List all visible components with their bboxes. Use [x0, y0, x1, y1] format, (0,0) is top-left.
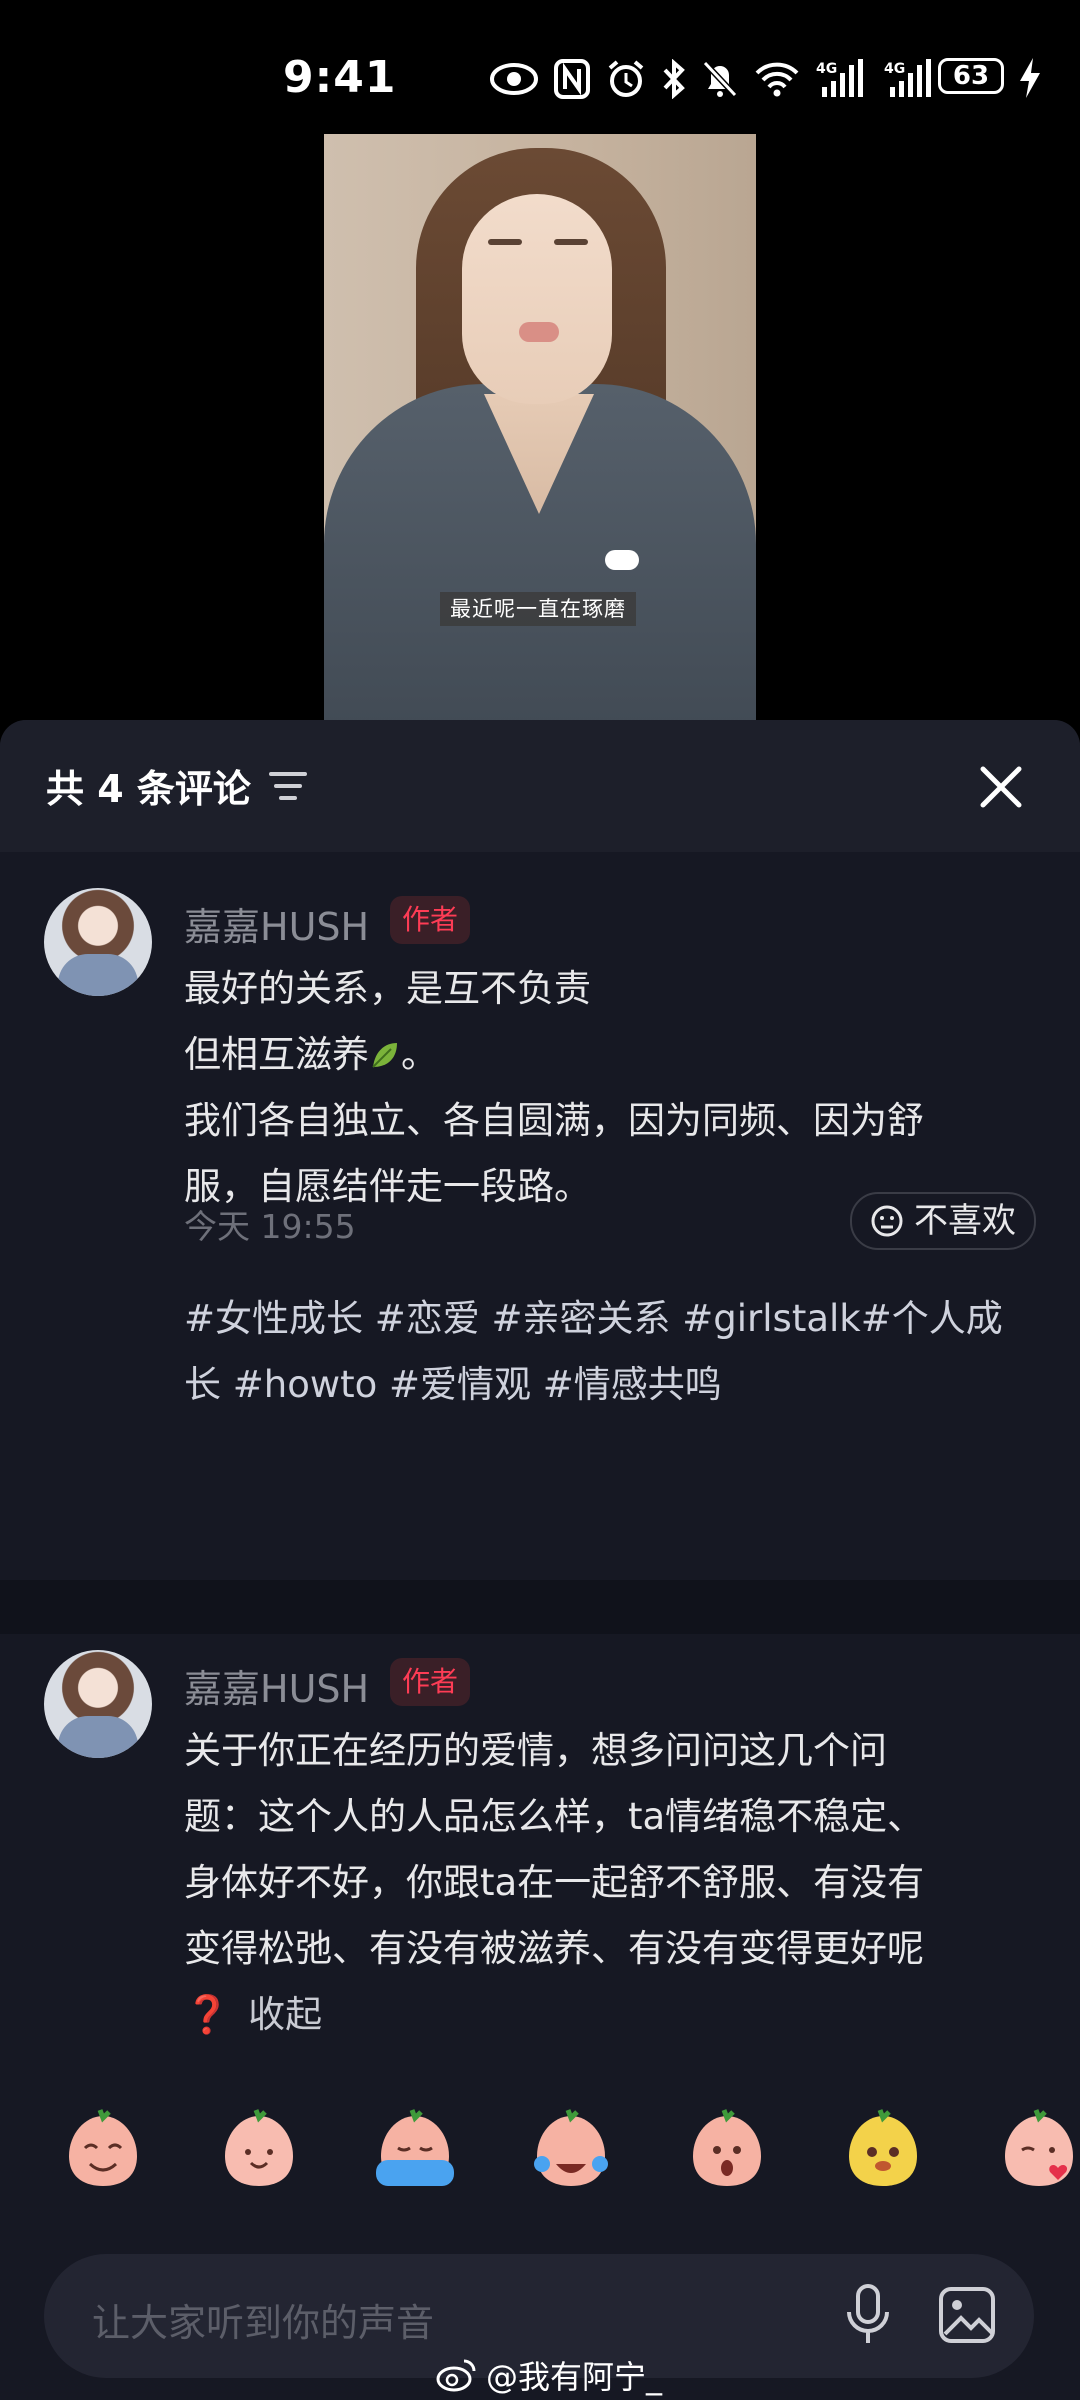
- mute-bell-icon: [702, 60, 738, 98]
- charging-icon: [1020, 58, 1040, 98]
- filter-icon[interactable]: [268, 768, 308, 804]
- divider: [0, 1580, 1080, 1634]
- svg-text:4G: 4G: [816, 61, 837, 77]
- weibo-logo-icon: [436, 2359, 476, 2392]
- eye-icon: [490, 63, 538, 95]
- video-face: [462, 194, 612, 404]
- video-player[interactable]: 最近呢一直在琢磨: [324, 134, 756, 720]
- comments-count: 共 4 条评论: [46, 767, 251, 811]
- comment-time: 今天 19:55: [184, 1207, 356, 1246]
- cloud-icon: [605, 550, 639, 570]
- status-bar: 9:41 4G 4G 63: [0, 0, 1080, 130]
- dislike-button[interactable]: 不喜欢: [850, 1192, 1036, 1250]
- author-badge: 作者: [390, 896, 471, 944]
- comment-username[interactable]: 嘉嘉HUSH: [184, 896, 369, 951]
- avatar[interactable]: [44, 1650, 152, 1758]
- leaf-emoji-icon: [372, 1043, 397, 1068]
- comment-username[interactable]: 嘉嘉HUSH: [184, 1658, 369, 1713]
- watermark: @我有阿宁_: [436, 2352, 662, 2398]
- video-caption: 最近呢一直在琢磨: [440, 592, 636, 626]
- battery-icon: 63: [938, 58, 1004, 94]
- shy-emoji[interactable]: [60, 2108, 146, 2190]
- comment-input-placeholder: 让大家听到你的声音: [92, 2301, 435, 2345]
- close-icon[interactable]: [978, 764, 1024, 810]
- bluetooth-icon: [663, 59, 685, 99]
- microphone-icon[interactable]: [844, 2284, 892, 2346]
- image-picker-icon[interactable]: [938, 2286, 996, 2344]
- status-icons: 4G 4G: [490, 54, 936, 104]
- comment-text[interactable]: 最好的关系，是互不负责 但相互滋养。 我们各自独立、各自圆满，因为同频、因为舒 …: [184, 956, 1034, 1418]
- nfc-icon: [554, 59, 590, 99]
- tears-joy-emoji[interactable]: [528, 2108, 614, 2190]
- dog-emoji[interactable]: [840, 2108, 926, 2190]
- avatar[interactable]: [44, 888, 152, 996]
- hashtags-line-2: 长 #howto #爱情观 #情感共鸣: [184, 1363, 722, 1406]
- collapse-link[interactable]: 收起: [248, 1993, 322, 2036]
- hashtags-line-1: #女性成长 #恋爱 #亲密关系 #girlstalk#个人成: [184, 1297, 1003, 1340]
- emoji-bar: [0, 2078, 1080, 2228]
- comments-header: 共 4 条评论: [0, 720, 1080, 852]
- kiss-emoji[interactable]: [996, 2108, 1080, 2190]
- smile-emoji[interactable]: [216, 2108, 302, 2190]
- svg-text:4G: 4G: [884, 61, 905, 77]
- status-time: 9:41: [283, 52, 397, 103]
- signal-icon: 4G: [816, 59, 863, 97]
- wifi-icon: [755, 62, 799, 97]
- comment-text[interactable]: 关于你正在经历的爱情，想多问问这几个问 题：这个人的人品怎么样，ta情绪稳不稳定…: [184, 1718, 1034, 2048]
- signal-icon-2: 4G: [884, 59, 931, 97]
- question-mark-emoji: ❓: [184, 1993, 231, 2036]
- surprised-emoji[interactable]: [684, 2108, 770, 2190]
- alarm-icon: [608, 60, 644, 97]
- neutral-face-icon: [871, 1205, 903, 1237]
- cry-bath-emoji[interactable]: [372, 2108, 458, 2190]
- author-badge: 作者: [390, 1658, 471, 1706]
